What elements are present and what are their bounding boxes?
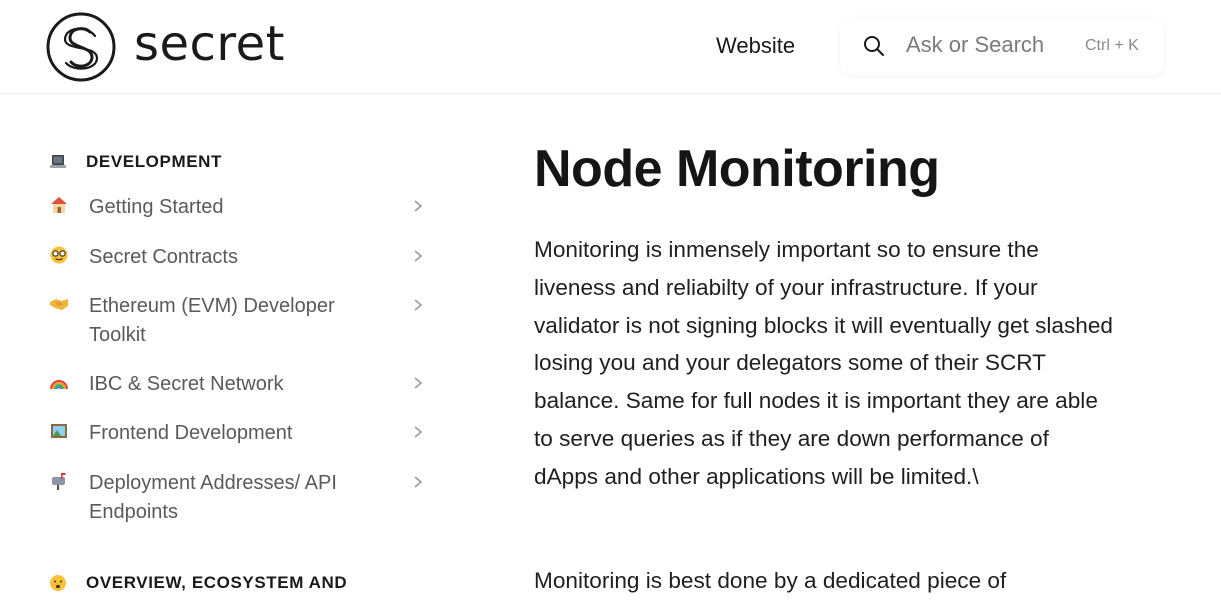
logo-text: secret xyxy=(134,16,285,72)
search-icon xyxy=(864,36,884,56)
section-title-text: OVERVIEW, ECOSYSTEM AND xyxy=(86,573,348,592)
search-box[interactable]: Ask or Search Ctrl + K xyxy=(840,17,1164,75)
sidebar-item-ibc[interactable]: IBC & Secret Network xyxy=(49,370,429,399)
sidebar-item-label: IBC & Secret Network xyxy=(89,373,284,395)
search-placeholder: Ask or Search xyxy=(906,32,1045,57)
house-icon xyxy=(51,197,67,213)
chevron-right-icon xyxy=(414,426,423,438)
secret-logo-icon xyxy=(46,12,116,82)
sidebar-item-label: Getting Started xyxy=(89,196,224,218)
nerd-face-icon xyxy=(50,246,68,264)
rainbow-icon xyxy=(50,380,68,390)
secret-logo[interactable]: secret xyxy=(46,12,285,82)
paragraph: Monitoring is inmensely important so to … xyxy=(534,237,1113,489)
sidebar-item-deployment-addresses[interactable]: Deployment Addresses/ API Endpoints xyxy=(49,469,429,527)
sidebar-item-frontend[interactable]: Frontend Development xyxy=(49,419,429,448)
sidebar: DEVELOPMENT Getting Started Secret Contr… xyxy=(0,95,460,600)
face-icon xyxy=(50,575,66,591)
picture-icon xyxy=(51,424,67,438)
page-title: Node Monitoring xyxy=(534,140,940,198)
sidebar-item-secret-contracts[interactable]: Secret Contracts xyxy=(49,243,429,272)
section-title-text: DEVELOPMENT xyxy=(86,152,223,171)
chevron-right-icon xyxy=(414,250,423,262)
mailbox-icon xyxy=(52,473,66,490)
chevron-right-icon xyxy=(414,377,423,389)
search-shortcut: Ctrl + K xyxy=(1085,37,1139,54)
sidebar-section-development: DEVELOPMENT xyxy=(49,152,222,172)
chevron-right-icon xyxy=(414,299,423,311)
sidebar-item-label: Deployment Addresses/ API Endpoints xyxy=(89,472,337,523)
chevron-right-icon xyxy=(414,476,423,488)
sidebar-section-overview: OVERVIEW, ECOSYSTEM AND xyxy=(49,573,347,593)
sidebar-item-label: Ethereum (EVM) Developer Toolkit xyxy=(89,295,335,346)
laptop-icon xyxy=(50,155,66,168)
sidebar-item-label: Secret Contracts xyxy=(89,246,238,268)
chevron-right-icon xyxy=(414,200,423,212)
handshake-icon xyxy=(50,299,68,310)
website-link[interactable]: Website xyxy=(716,33,795,59)
paragraph: Monitoring is best done by a dedicated p… xyxy=(534,568,1007,593)
sidebar-item-getting-started[interactable]: Getting Started xyxy=(49,193,429,222)
top-header: secret Website Ask or Search Ctrl + K xyxy=(0,0,1221,94)
sidebar-item-ethereum-evm[interactable]: Ethereum (EVM) Developer Toolkit xyxy=(49,292,429,350)
sidebar-item-label: Frontend Development xyxy=(89,422,293,444)
